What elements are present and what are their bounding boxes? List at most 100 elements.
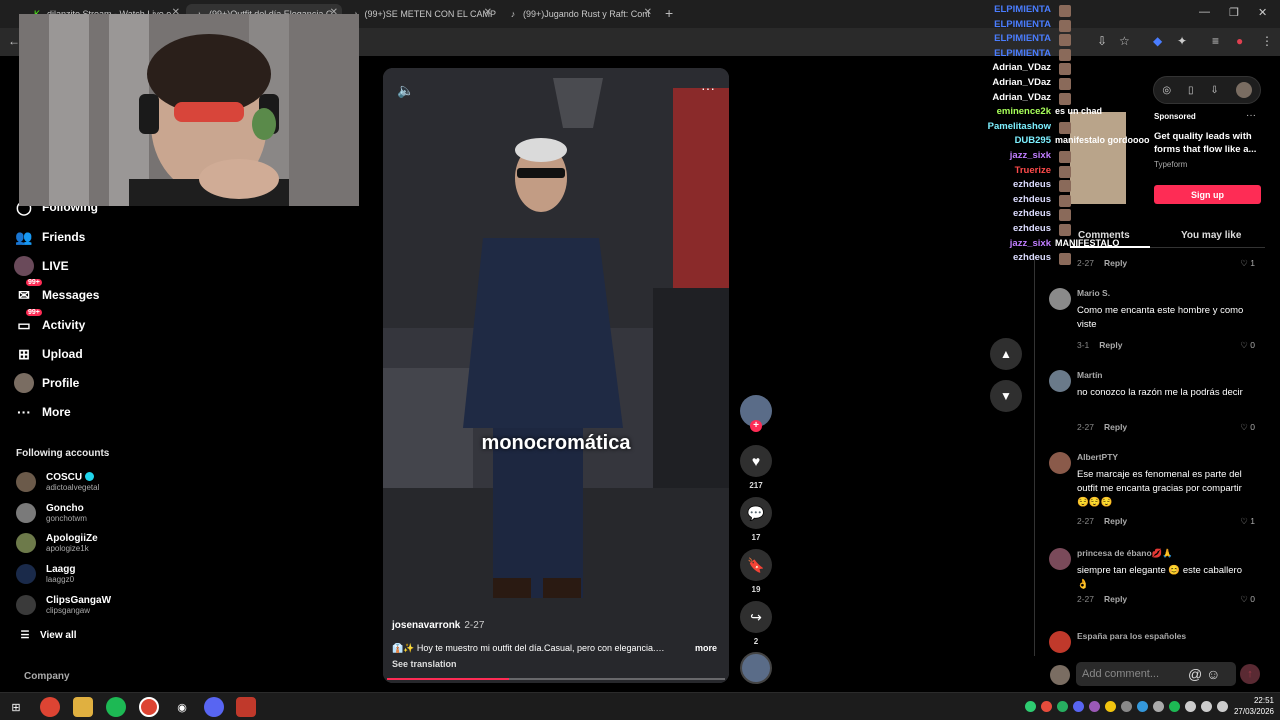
avatar[interactable] [1049,631,1071,653]
new-tab-icon[interactable]: + [665,5,673,21]
avatar[interactable] [1049,370,1071,392]
share-action[interactable]: ↪ 2 [740,601,772,646]
chat-line: ezhdeus [1012,194,1051,205]
video-player[interactable]: 🔈 ··· monocromática josenavarronk 2-27 👔✨… [383,68,729,683]
creator-avatar-bottom[interactable] [740,652,772,684]
spotify-icon[interactable] [106,697,126,717]
save-action[interactable]: 🔖 19 [740,549,772,594]
comment-icon[interactable]: 💬 [740,497,772,529]
tray-icon[interactable] [1121,701,1132,712]
tray-icon[interactable] [1153,701,1164,712]
ad-signup-button[interactable]: Sign up [1154,185,1261,204]
tray-icon[interactable] [1137,701,1148,712]
restore-icon[interactable]: ❐ [1229,6,1239,19]
see-translation-link[interactable]: See translation [392,659,457,669]
tray-icon[interactable] [1169,701,1180,712]
browser-tab-4[interactable]: ♪ (99+)Jugando Rust y Raft: Cont ✕ [500,4,656,24]
tray-icon[interactable] [1073,701,1084,712]
minimize-icon[interactable]: — [1199,6,1210,18]
bookmark-icon[interactable]: 🔖 [740,549,772,581]
close-tab-icon[interactable]: ✕ [484,7,492,18]
sidebar-item-profile[interactable]: Profile [14,372,79,394]
video-overlay-caption: monocromática [481,432,631,454]
reply-button[interactable]: Reply [1104,516,1127,526]
view-all-link[interactable]: ☰ View all [18,624,77,646]
chrome-icon[interactable] [40,697,60,717]
emoji-icon[interactable]: ☺ [1206,666,1220,682]
tray-icon[interactable] [1057,701,1068,712]
mention-icon[interactable]: @ [1188,666,1202,682]
sidebar-item-more[interactable]: ··· More [14,401,71,423]
previous-video-button[interactable]: ▲ [990,338,1022,370]
tray-icon[interactable] [1089,701,1100,712]
close-tab-icon[interactable]: ✕ [644,7,652,18]
bookmark-star-icon[interactable]: ☆ [1119,34,1130,48]
tray-icon[interactable] [1025,701,1036,712]
share-icon[interactable]: ↪ [740,601,772,633]
following-account-clipsgangaw[interactable]: ClipsGangaW clipsgangaw [16,591,111,619]
description-more-link[interactable]: more [695,643,717,653]
company-link[interactable]: Company [24,671,70,682]
avatar[interactable] [1049,452,1071,474]
obs-icon[interactable]: ◉ [172,697,192,717]
comment-like[interactable]: ♡ 1 [1240,516,1255,527]
avatar [16,503,36,523]
heart-icon[interactable]: ♥ [740,445,772,477]
profile-avatar-icon[interactable]: ● [1236,34,1243,48]
comment-like[interactable]: ♡ 1 [1240,258,1255,269]
app-icon[interactable] [236,697,256,717]
reply-button[interactable]: Reply [1099,340,1122,350]
reply-button[interactable]: Reply [1104,422,1127,432]
follow-plus-icon[interactable]: + [750,420,762,432]
sidebar-item-friends[interactable]: 👥 Friends [14,226,85,248]
video-progress-bar[interactable] [387,678,725,680]
following-account-laagg[interactable]: Laagg laaggz0 [16,560,75,588]
volume-icon[interactable]: 🔈 [397,82,414,99]
tray-icon[interactable] [1105,701,1116,712]
ad-options-icon[interactable]: ··· [1246,110,1256,121]
volume-tray-icon[interactable] [1201,701,1212,712]
discord-icon[interactable] [204,697,224,717]
file-explorer-icon[interactable] [73,697,93,717]
comment-action[interactable]: 💬 17 [740,497,772,542]
next-video-button[interactable]: ▼ [990,380,1022,412]
following-account-coscu[interactable]: COSCU adictoalvegetal [16,468,99,496]
comment-like[interactable]: ♡ 0 [1240,340,1255,351]
avatar[interactable] [1049,548,1071,570]
send-comment-button[interactable]: ↑ [1240,664,1260,684]
compass-icon[interactable]: ◎ [1162,85,1171,96]
user-avatar-icon[interactable] [1235,82,1252,98]
comment-like[interactable]: ♡ 0 [1240,594,1255,605]
download-icon[interactable]: ⇩ [1210,85,1218,96]
sidebar-item-activity[interactable]: ▭ 99+ Activity [14,309,85,336]
system-clock[interactable]: 22:51 27/03/2026 [1234,695,1274,717]
sidebar-item-upload[interactable]: ⊞ Upload [14,343,83,365]
tab-you-may-like[interactable]: You may like [1181,230,1241,241]
avatar [16,533,36,553]
sidebar-item-live[interactable]: LIVE [14,255,69,277]
following-account-apologiize[interactable]: ApologiiZe apologize1k [16,529,98,557]
comment-like[interactable]: ♡ 0 [1240,422,1255,433]
like-action[interactable]: ♥ 217 [740,445,772,490]
browser-menu-icon[interactable]: ⋮ [1261,34,1273,48]
chrome-active-icon[interactable] [139,697,159,717]
extensions-icon[interactable]: ✦ [1177,34,1187,48]
network-icon[interactable] [1185,701,1196,712]
video-author[interactable]: josenavarronk 2-27 [392,620,484,631]
video-options-icon[interactable]: ··· [701,80,715,96]
windows-start-icon[interactable]: ⊞ [6,697,26,717]
close-window-icon[interactable]: ✕ [1258,6,1267,19]
following-account-goncho[interactable]: Goncho gonchotwm [16,499,87,527]
browser-tab-3[interactable]: ♪ (99+)SE METEN CON EL CAMP ✕ [344,4,496,24]
reply-button[interactable]: Reply [1104,594,1127,604]
avatar[interactable] [1049,288,1071,310]
install-icon[interactable]: ⇩ [1097,34,1107,48]
battery-icon[interactable] [1217,701,1228,712]
media-icon[interactable]: ≡ [1212,34,1219,48]
mobile-icon[interactable]: ▯ [1188,85,1194,96]
sidebar-item-messages[interactable]: ✉ 99+ Messages [14,279,99,306]
extension-shield-icon[interactable]: ◆ [1153,34,1162,48]
tray-icon[interactable] [1041,701,1052,712]
chat-line: jazz_sixk [1009,150,1051,161]
reply-button[interactable]: Reply [1104,258,1127,268]
